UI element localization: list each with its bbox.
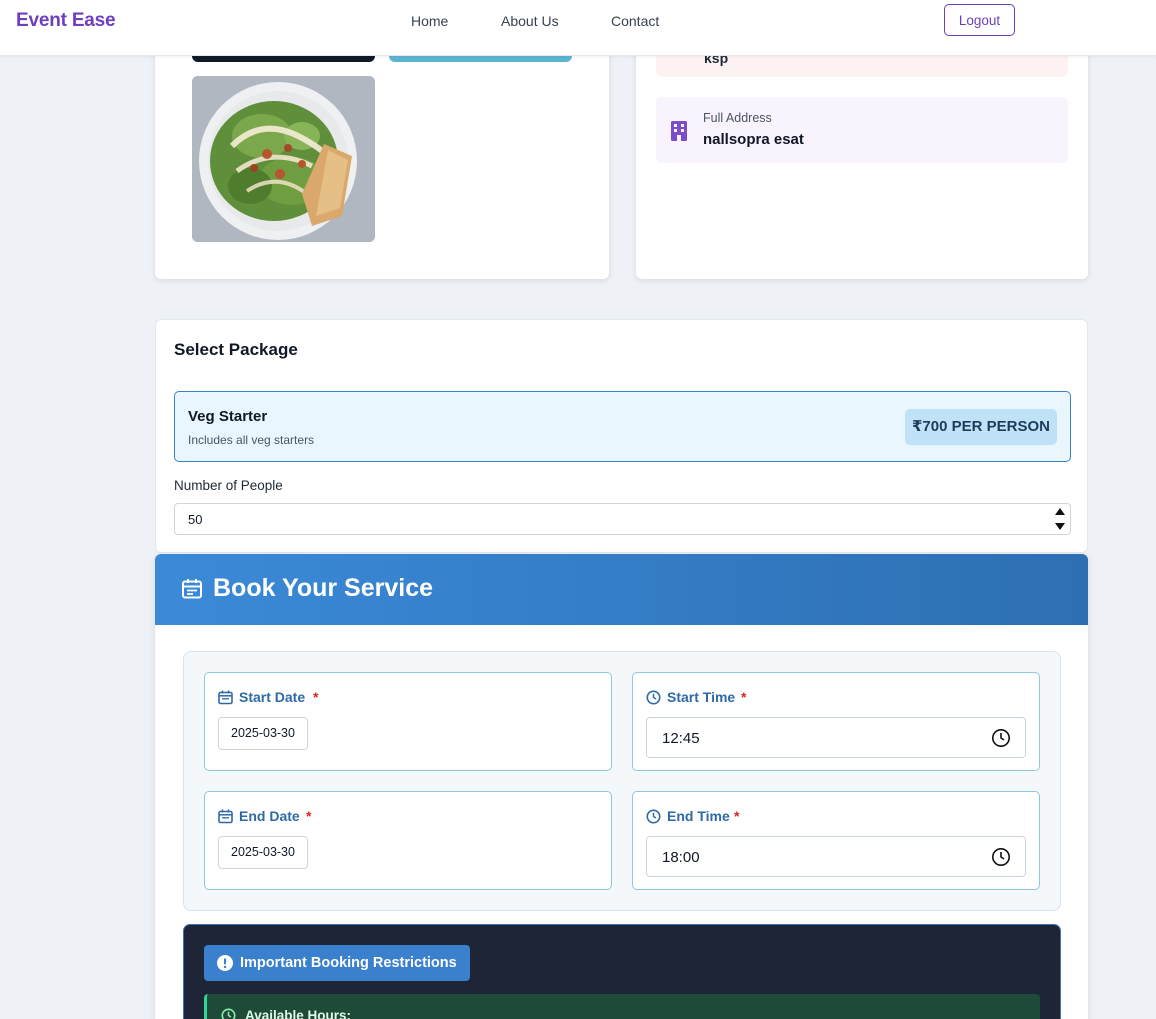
venue-info-value: ksp (704, 56, 729, 66)
end-time-label: End Time (667, 808, 730, 824)
package-description: Includes all veg starters (188, 433, 315, 447)
clock-icon (221, 1008, 236, 1019)
datetime-panel: Start Date * 2025-03-30 Start Time * 12:… (183, 651, 1061, 911)
end-date-label: End Date (239, 808, 300, 824)
nav-contact-link[interactable]: Contact (611, 13, 659, 29)
package-card: Select Package Veg Starter Includes all … (155, 319, 1088, 553)
booking-title: Book Your Service (213, 574, 433, 602)
available-hours-box: Available Hours: (204, 994, 1040, 1019)
calendar-icon (182, 579, 202, 599)
stepper-up-icon[interactable] (1055, 508, 1065, 515)
building-icon (671, 121, 687, 141)
end-time-value: 18:00 (662, 849, 700, 866)
gallery-image-salad[interactable] (192, 76, 375, 242)
address-info-item: Full Address nallsopra esat (656, 97, 1068, 163)
restrictions-badge: Important Booking Restrictions (204, 945, 470, 981)
venue-info-item: ksp (656, 56, 1068, 77)
alert-circle-icon (217, 955, 233, 971)
booking-restrictions-panel: Important Booking Restrictions Available… (183, 924, 1061, 1019)
booking-card: Book Your Service Start Date * 2025-03-3… (155, 554, 1088, 1019)
gallery-card (155, 30, 609, 279)
nav-home-link[interactable]: Home (411, 13, 448, 29)
end-date-field: End Date * 2025-03-30 (204, 791, 612, 890)
address-value: nallsopra esat (703, 131, 804, 148)
clock-icon (646, 690, 661, 705)
gallery-image-dark[interactable] (192, 56, 375, 62)
clock-icon[interactable] (991, 847, 1011, 867)
people-count-input[interactable] (174, 503, 1071, 535)
address-label: Full Address (703, 111, 772, 125)
package-option-veg-starter[interactable]: Veg Starter Includes all veg starters ₹7… (174, 391, 1071, 462)
start-time-label: Start Time (667, 689, 736, 705)
restrictions-title: Important Booking Restrictions (240, 955, 457, 971)
calendar-icon (218, 690, 233, 705)
required-mark: * (313, 689, 319, 705)
required-mark: * (734, 808, 740, 824)
top-navbar: Event Ease Home About Us Contact Logout (0, 0, 1156, 56)
clock-icon (646, 809, 661, 824)
start-date-label: Start Date (239, 689, 306, 705)
start-time-input[interactable]: 12:45 (646, 717, 1026, 758)
people-count-stepper[interactable] (1050, 504, 1070, 534)
end-time-input[interactable]: 18:00 (646, 836, 1026, 877)
required-mark: * (741, 689, 747, 705)
venue-info-card: ksp Full Address nallsopra esat (636, 30, 1088, 279)
package-price-badge: ₹700 PER PERSON (905, 409, 1057, 445)
logout-button[interactable]: Logout (944, 4, 1015, 36)
booking-header: Book Your Service (155, 554, 1088, 625)
gallery-image-blue[interactable] (389, 56, 572, 62)
package-name: Veg Starter (188, 408, 268, 425)
end-date-input[interactable]: 2025-03-30 (218, 836, 308, 869)
available-hours-title: Available Hours: (245, 1008, 352, 1019)
clock-icon[interactable] (991, 728, 1011, 748)
stepper-down-icon[interactable] (1055, 523, 1065, 530)
brand-logo[interactable]: Event Ease (16, 10, 116, 32)
calendar-icon (218, 809, 233, 824)
end-time-field: End Time * 18:00 (632, 791, 1040, 890)
package-section-title: Select Package (174, 340, 298, 359)
nav-about-link[interactable]: About Us (501, 13, 559, 29)
start-date-field: Start Date * 2025-03-30 (204, 672, 612, 771)
start-date-input[interactable]: 2025-03-30 (218, 717, 308, 750)
people-count-label: Number of People (174, 478, 283, 493)
start-time-value: 12:45 (662, 730, 700, 747)
start-time-field: Start Time * 12:45 (632, 672, 1040, 771)
required-mark: * (306, 808, 312, 824)
